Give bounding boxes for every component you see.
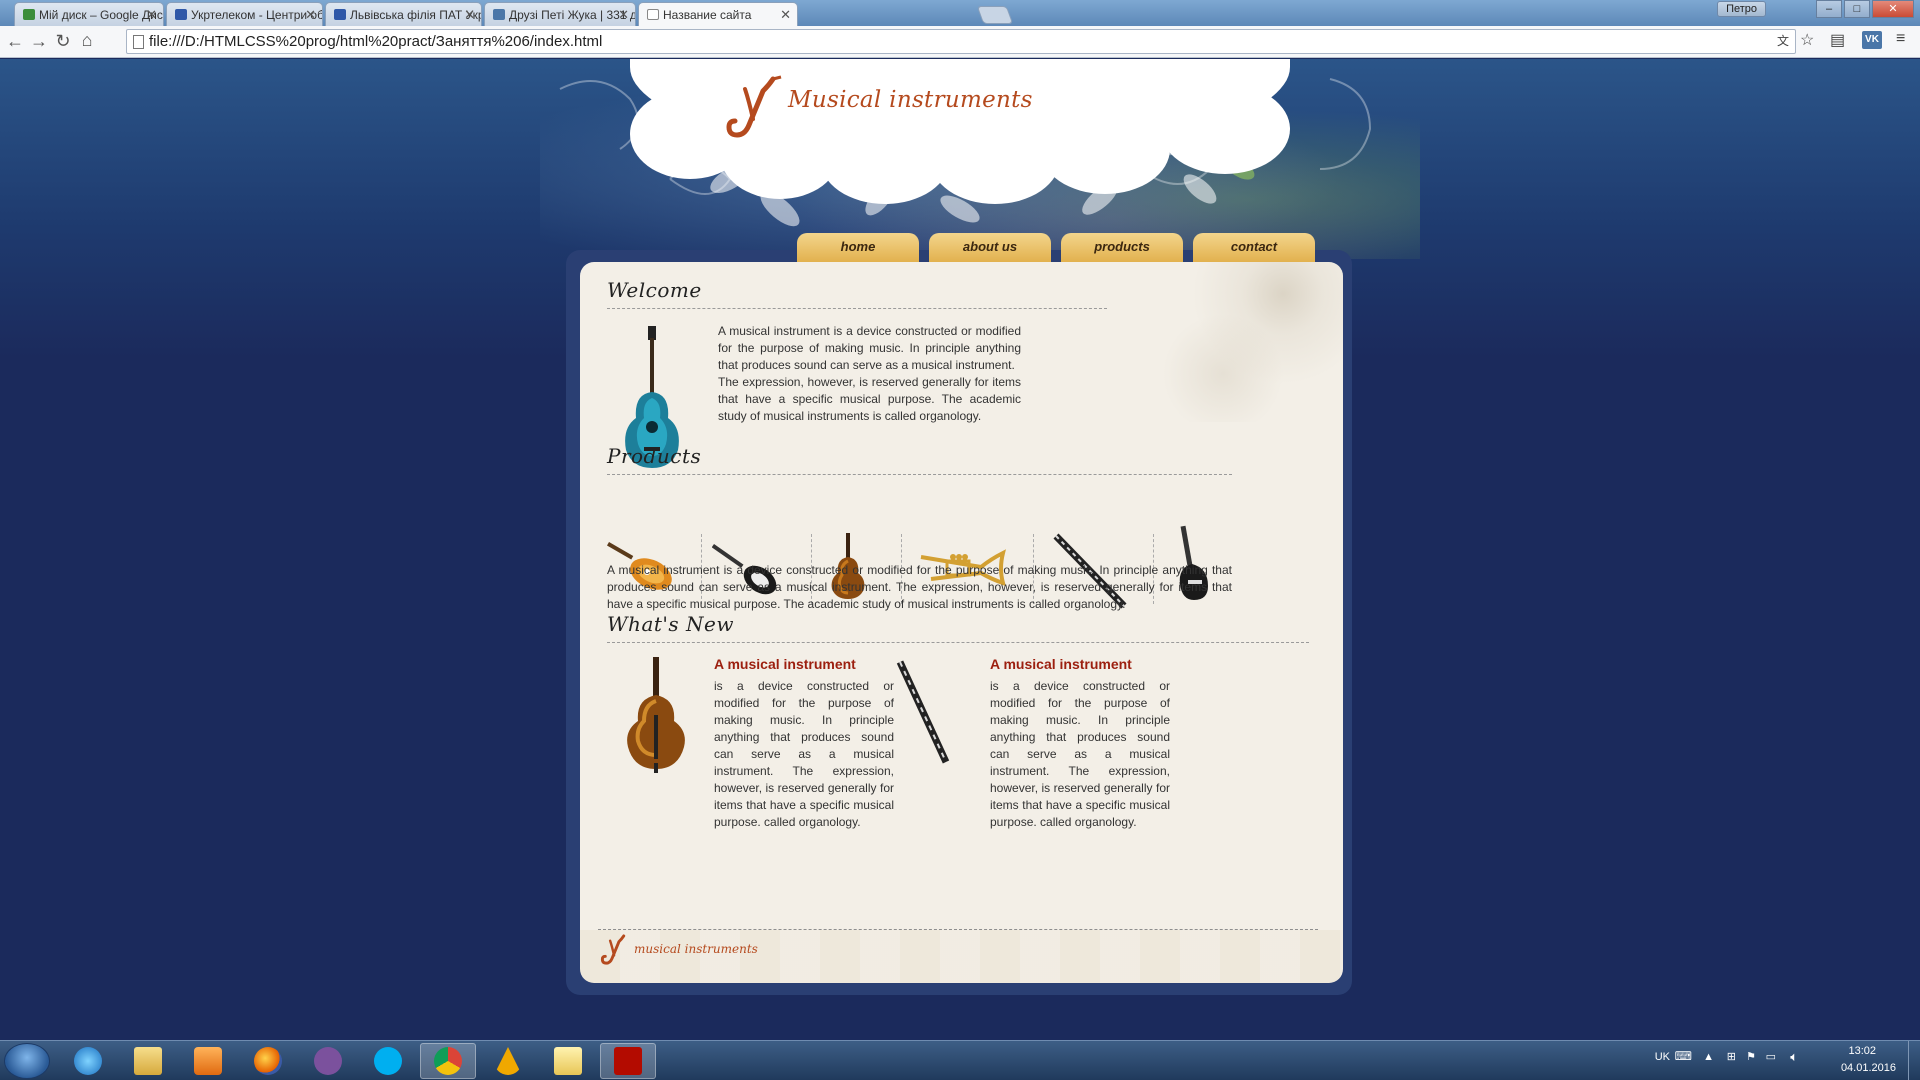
products-description: A musical instrument is a device constru… <box>607 563 1232 611</box>
forward-arrow-icon[interactable]: → <box>28 31 50 52</box>
ukrtelecom-icon <box>334 9 346 20</box>
show-hidden-icons-icon[interactable]: ▲ <box>1703 1051 1714 1063</box>
internet-explorer-icon[interactable] <box>60 1043 116 1079</box>
address-text: file:///D:/HTMLCSS%20prog/html%20pract/З… <box>149 33 603 50</box>
tab-label: Укртелеком - Центри обс <box>191 8 323 22</box>
folder-icon[interactable] <box>540 1043 596 1079</box>
tab-label: Львівська філія ПАТ Укрт <box>350 8 482 22</box>
back-arrow-icon[interactable]: ← <box>4 31 26 52</box>
keyboard-icon[interactable]: ⌨ <box>1675 1049 1692 1063</box>
news-item-1-title[interactable]: A musical instrument <box>714 656 856 672</box>
cloud-puff <box>930 114 1060 204</box>
address-bar[interactable]: file:///D:/HTMLCSS%20prog/html%20pract/З… <box>126 29 1796 54</box>
google-drive-icon <box>23 9 35 20</box>
decorative-swirl <box>1143 262 1343 422</box>
tab-close-icon[interactable]: ✕ <box>146 7 157 23</box>
site-title: Musical instruments <box>788 87 1033 113</box>
welcome-paragraph-2: The expression, however, is reserved gen… <box>718 375 1021 423</box>
nav-about-us[interactable]: about us <box>929 233 1051 262</box>
main-nav: home about us products contact <box>797 233 1315 262</box>
news-item-2-text: is a device constructed or modified for … <box>990 679 1170 829</box>
tab-vk-friends[interactable]: Друзі Петі Жука | 331 дру ✕ <box>484 2 636 26</box>
network-icon[interactable]: ▭ <box>1766 1050 1776 1063</box>
footer-logo-text: musical instruments <box>634 942 758 956</box>
close-window-button[interactable]: ✕ <box>1872 0 1914 18</box>
volume-icon[interactable]: 🔈︎ <box>1790 1049 1798 1065</box>
viber-icon[interactable] <box>300 1043 356 1079</box>
extension-icon[interactable]: ▤ <box>1830 30 1845 50</box>
translate-icon[interactable]: 文 <box>1777 32 1789 49</box>
tab-site-title[interactable]: Название сайта ✕ <box>638 2 798 26</box>
ukrtelecom-icon <box>175 9 187 20</box>
clock-date[interactable]: 04.01.2016 <box>1841 1062 1896 1074</box>
clock-time[interactable]: 13:02 <box>1848 1045 1876 1057</box>
file-explorer-icon[interactable] <box>120 1043 176 1079</box>
new-tab-button[interactable] <box>976 6 1014 24</box>
show-desktop-button[interactable] <box>1908 1041 1920 1080</box>
welcome-paragraph-1: A musical instrument is a device constru… <box>718 324 1021 372</box>
nav-home[interactable]: home <box>797 233 919 262</box>
flute-image <box>896 660 950 764</box>
tab-close-icon[interactable]: ✕ <box>618 7 629 23</box>
action-center-icon[interactable]: ⚑ <box>1746 1050 1756 1063</box>
profile-button[interactable]: Петро <box>1717 1 1766 17</box>
web-page: Musical instruments home about us produc… <box>0 59 1920 1040</box>
cloud-puff <box>1040 104 1170 194</box>
divider <box>607 308 1107 309</box>
footer-music-notes <box>580 930 1343 983</box>
media-player-icon[interactable] <box>180 1043 236 1079</box>
whats-new-heading: What's New <box>607 612 734 636</box>
divider <box>607 642 1309 643</box>
vk-icon <box>493 9 505 20</box>
news-item-1-text: is a device constructed or modified for … <box>714 679 894 829</box>
page-document-icon <box>133 35 144 49</box>
tab-label: Название сайта <box>663 8 752 22</box>
welcome-heading: Welcome <box>607 278 702 302</box>
tab-google-drive[interactable]: Мій диск – Google Диск ✕ <box>14 2 164 26</box>
windows-flag-icon[interactable]: ⊞ <box>1727 1050 1736 1063</box>
menu-icon[interactable]: ≡ <box>1896 30 1905 48</box>
maximize-button[interactable]: □ <box>1844 0 1870 18</box>
tab-ukrtelecom-centers[interactable]: Укртелеком - Центри обс ✕ <box>166 2 323 26</box>
tab-close-icon[interactable]: ✕ <box>464 7 475 23</box>
minimize-button[interactable]: – <box>1816 0 1842 18</box>
chrome-icon[interactable] <box>420 1043 476 1079</box>
tab-close-icon[interactable]: ✕ <box>780 7 791 23</box>
cloud-puff <box>1160 84 1290 174</box>
tab-label: Друзі Петі Жука | 331 дру <box>509 8 636 22</box>
saxophone-logo-icon <box>600 934 626 965</box>
news-item-2-title[interactable]: A musical instrument <box>990 656 1132 672</box>
tab-close-icon[interactable]: ✕ <box>305 7 316 23</box>
divider <box>607 474 1232 475</box>
language-indicator[interactable]: UK <box>1655 1051 1670 1063</box>
document-icon <box>647 9 659 20</box>
aimp-icon[interactable] <box>480 1043 536 1079</box>
acrobat-icon[interactable] <box>600 1043 656 1079</box>
reload-icon[interactable]: ↻ <box>52 31 74 52</box>
skype-icon[interactable] <box>360 1043 416 1079</box>
home-icon[interactable]: ⌂ <box>76 30 98 51</box>
windows-taskbar: UK ⌨ ▲ ⊞ ⚑ ▭ 🔈︎ 13:02 04.01.2016 <box>0 1040 1920 1080</box>
browser-tab-bar: Мій диск – Google Диск ✕ Укртелеком - Це… <box>0 0 1920 26</box>
browser-toolbar: ← → ↻ ⌂ file:///D:/HTMLCSS%20prog/html%2… <box>0 26 1920 58</box>
cello-image <box>627 657 685 773</box>
nav-products[interactable]: products <box>1061 233 1183 262</box>
tab-ukrtelecom-lviv[interactable]: Львівська філія ПАТ Укрт ✕ <box>325 2 482 26</box>
firefox-icon[interactable] <box>240 1043 296 1079</box>
nav-contact[interactable]: contact <box>1193 233 1315 262</box>
vk-extension-icon[interactable]: VK <box>1862 31 1882 49</box>
content-panel: Welcome A musical instrument is a device… <box>580 262 1343 983</box>
bookmark-star-icon[interactable]: ☆ <box>1800 30 1814 50</box>
window-controls: – □ ✕ <box>1816 0 1914 18</box>
saxophone-logo-icon <box>726 75 782 138</box>
products-heading: Products <box>607 444 702 468</box>
start-button[interactable] <box>4 1043 50 1079</box>
